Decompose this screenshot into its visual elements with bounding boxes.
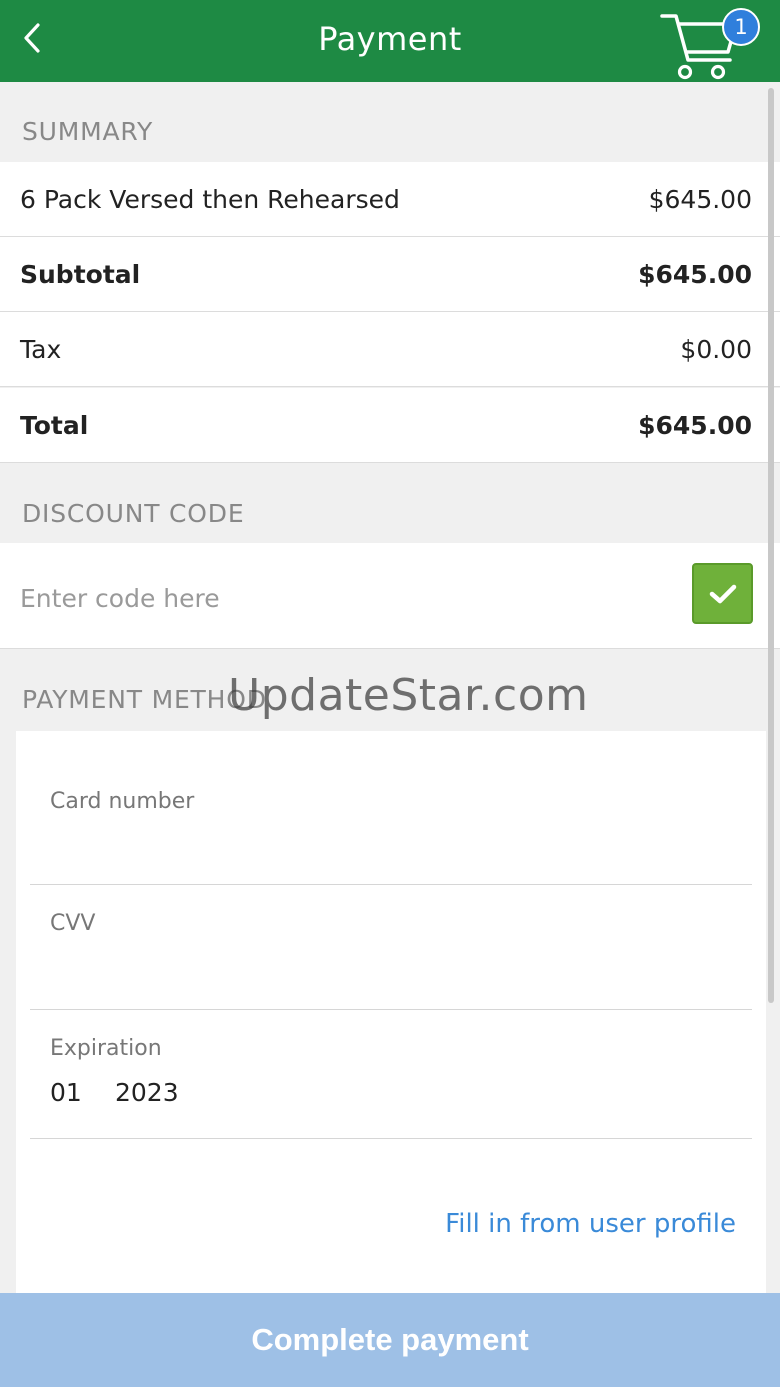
checkmark-icon	[709, 584, 736, 603]
card-details-panel: Card number CVV Expiration 01 2023 Fill …	[16, 731, 766, 1293]
cvv-label: CVV	[50, 911, 96, 936]
expiration-field: Expiration 01 2023	[30, 1010, 752, 1139]
apply-discount-button[interactable]	[692, 563, 753, 624]
subtotal-label: Subtotal	[20, 259, 141, 289]
item-price: $645.00	[648, 184, 752, 214]
expiration-month-select[interactable]: 01	[50, 1078, 82, 1107]
card-number-field[interactable]: Card number	[30, 731, 752, 885]
discount-code-row	[0, 543, 780, 649]
expiration-year-select[interactable]: 2023	[115, 1078, 179, 1107]
cvv-input[interactable]	[50, 947, 730, 987]
app-header: Payment 1	[0, 0, 780, 82]
tax-value: $0.00	[680, 334, 752, 364]
watermark-text: UpdateStar.com	[228, 670, 589, 721]
expiration-label: Expiration	[50, 1036, 162, 1061]
total-row: Total $645.00	[0, 388, 780, 463]
cart-count-badge: 1	[722, 8, 760, 46]
total-value: $645.00	[638, 410, 752, 440]
summary-section-label: SUMMARY	[22, 117, 154, 146]
tax-label: Tax	[20, 334, 62, 364]
total-label: Total	[20, 410, 89, 440]
discount-code-input[interactable]	[20, 573, 620, 623]
discount-section-label: DISCOUNT CODE	[22, 499, 245, 528]
order-item-row: 6 Pack Versed then Rehearsed $645.00	[0, 162, 780, 237]
subtotal-row: Subtotal $645.00	[0, 237, 780, 312]
complete-payment-button[interactable]: Complete payment	[0, 1293, 780, 1387]
card-number-label: Card number	[50, 789, 195, 814]
item-name: 6 Pack Versed then Rehearsed	[20, 184, 400, 214]
card-number-input[interactable]	[50, 827, 730, 867]
scrollbar[interactable]	[768, 88, 774, 1003]
tax-row: Tax $0.00	[0, 312, 780, 387]
cvv-field[interactable]: CVV	[30, 885, 752, 1010]
fill-from-profile-link[interactable]: Fill in from user profile	[445, 1209, 736, 1239]
subtotal-value: $645.00	[638, 259, 752, 289]
